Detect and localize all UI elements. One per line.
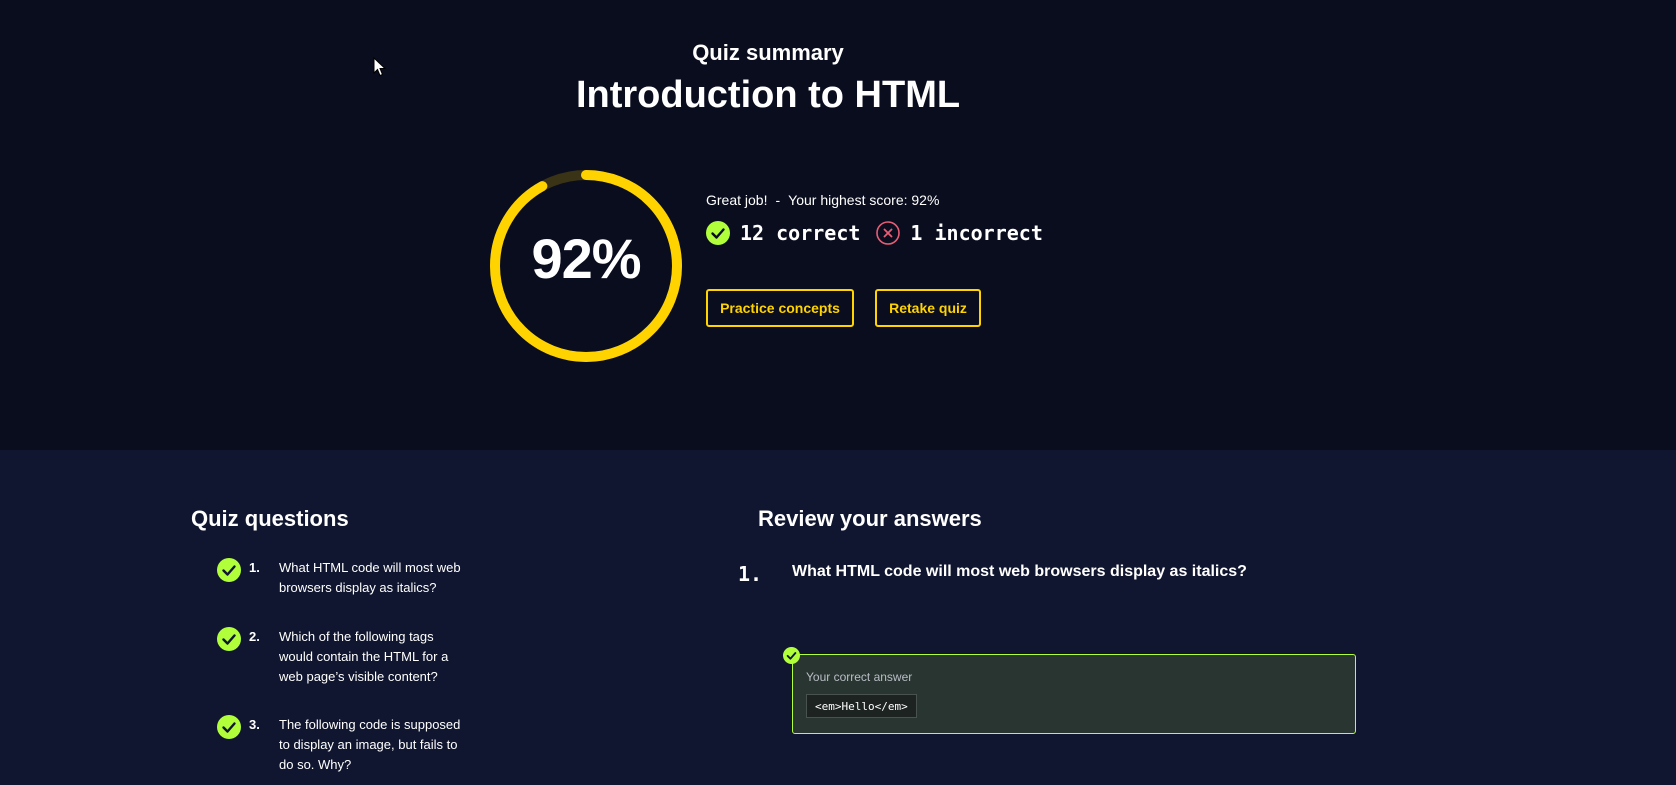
practice-concepts-button[interactable]: Practice concepts <box>706 289 854 327</box>
score-separator: - <box>775 192 781 208</box>
correct-check-icon <box>706 221 730 245</box>
question-number: 3. <box>249 717 260 732</box>
page-eyebrow: Quiz summary <box>692 40 844 65</box>
score-summary: Great job! - Your highest score: 92% <box>706 192 939 208</box>
incorrect-count: 1 incorrect <box>910 221 1043 245</box>
correct-check-icon <box>217 558 241 582</box>
answer-code: <em>Hello</em> <box>806 694 917 718</box>
review-question-number: 1. <box>738 562 763 586</box>
mouse-cursor-icon <box>373 57 387 77</box>
correct-count: 12 correct <box>740 221 861 245</box>
score-message: Great job! <box>706 192 768 208</box>
score-percent: 92% <box>531 227 641 290</box>
question-text: Which of the following tags would contai… <box>279 629 449 684</box>
retake-quiz-button[interactable]: Retake quiz <box>875 289 981 327</box>
answer-label: Your correct answer <box>806 670 913 684</box>
page-title: Introduction to HTML <box>575 74 961 116</box>
answer-correct-check-icon <box>783 647 800 664</box>
review-question-text: What HTML code will most web browsers di… <box>792 563 1247 580</box>
quiz-question-item-2[interactable]: 2. Which of the following tags would con… <box>217 627 477 687</box>
quiz-question-item-1[interactable]: 1. What HTML code will most web browsers… <box>217 558 477 598</box>
quiz-questions-title: Quiz questions <box>191 506 349 531</box>
score-counts: 12 correct 1 incorrect <box>706 220 1043 246</box>
question-number: 2. <box>249 629 260 644</box>
quiz-question-item-3[interactable]: 3. The following code is supposed to dis… <box>217 715 477 775</box>
incorrect-x-icon <box>876 221 901 245</box>
correct-check-icon <box>217 715 241 739</box>
question-number: 1. <box>249 560 260 575</box>
question-text: What HTML code will most web browsers di… <box>279 560 461 595</box>
review-answers-title: Review your answers <box>758 506 982 531</box>
question-text: The following code is supposed to displa… <box>279 717 461 772</box>
highest-score: Your highest score: 92% <box>788 192 940 208</box>
correct-check-icon <box>217 627 241 651</box>
